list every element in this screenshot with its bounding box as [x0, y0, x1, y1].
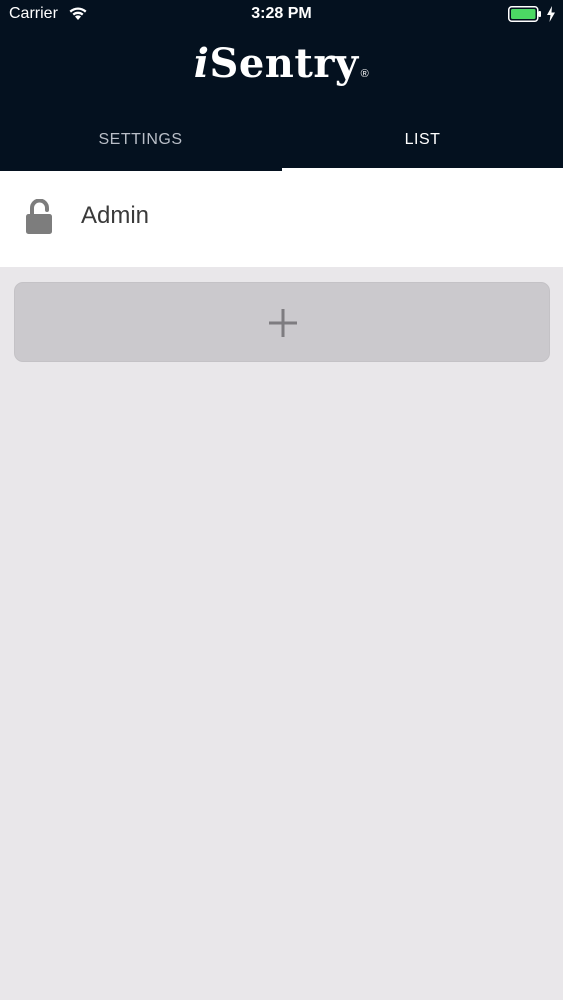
tab-list[interactable]: LIST: [282, 118, 563, 171]
status-bar: Carrier 3:28 PM: [0, 0, 563, 30]
unlock-icon: [26, 199, 52, 234]
plus-icon: [269, 309, 297, 337]
tab-settings[interactable]: SETTINGS: [0, 118, 281, 171]
charging-bolt-icon: [547, 6, 555, 22]
list-item-label: Admin: [81, 202, 150, 229]
add-item-button[interactable]: [14, 282, 550, 362]
list-item-admin[interactable]: Admin: [0, 171, 563, 267]
tab-bar: SETTINGS LIST: [0, 118, 563, 171]
battery-icon: [508, 6, 541, 22]
status-time: 3:28 PM: [251, 5, 312, 22]
app-logo: iSentry ®: [0, 40, 563, 87]
registered-mark: ®: [360, 68, 370, 80]
app-header: Carrier 3:28 PM iSentry ® SETTINGS LIST: [0, 0, 563, 171]
logo-prefix: i: [193, 40, 210, 87]
logo-main: Sentry: [209, 40, 359, 87]
